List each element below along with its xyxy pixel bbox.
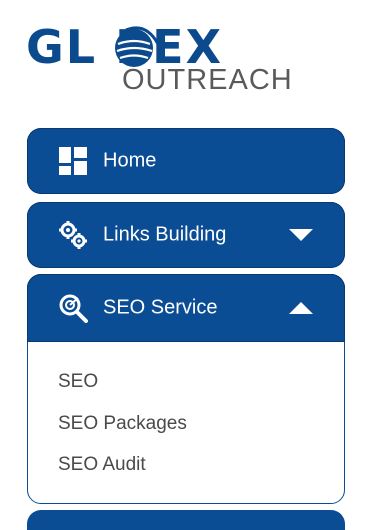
submenu-item-seo-audit[interactable]: SEO Audit (58, 454, 146, 476)
menu-item-links-building[interactable]: Links Building (27, 202, 345, 268)
gears-icon (59, 221, 87, 249)
logo-subtitle: OUTREACH (122, 64, 293, 96)
submenu-item-seo-packages[interactable]: SEO Packages (58, 413, 187, 435)
submenu-item-seo[interactable]: SEO (58, 371, 98, 393)
brand-logo[interactable]: GL BEX OUTREACH (26, 0, 292, 100)
menu-label-home: Home (103, 149, 157, 172)
menu-label-seo-service: SEO Service (103, 296, 218, 319)
menu-label-links-building: Links Building (103, 223, 227, 246)
globe-icon (115, 26, 160, 67)
menu-item-next[interactable] (27, 510, 345, 530)
seo-submenu: SEO Service SEO SEO Packages SEO Audit (27, 274, 345, 504)
seo-search-icon (59, 294, 88, 323)
menu-item-home[interactable]: Home (27, 128, 345, 194)
menu-item-seo-service[interactable]: SEO Service (27, 274, 345, 342)
chevron-up-icon[interactable] (289, 302, 313, 314)
dashboard-icon (59, 147, 87, 175)
chevron-down-icon[interactable] (289, 229, 313, 241)
